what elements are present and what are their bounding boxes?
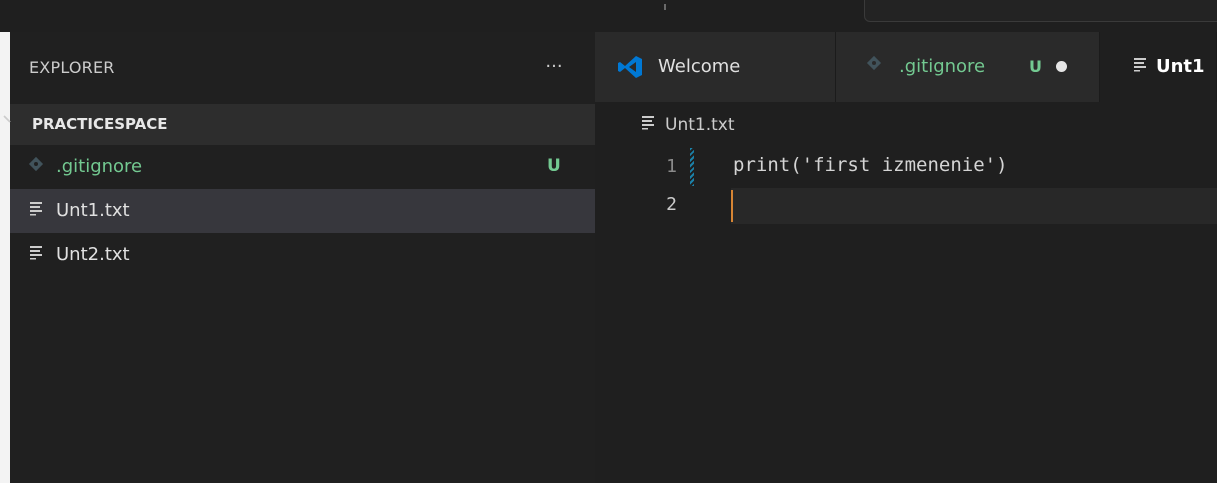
file-name: .gitignore xyxy=(56,156,143,177)
explorer-title: EXPLORER xyxy=(29,58,115,77)
title-separator xyxy=(664,4,666,10)
chevron-down-icon xyxy=(2,114,12,134)
more-actions-button[interactable]: ··· xyxy=(538,50,570,82)
editor-tab-bar: Welcome .gitignore U Unt1 xyxy=(595,32,1217,102)
git-icon xyxy=(866,55,882,75)
vscode-logo-icon xyxy=(617,54,643,84)
command-center[interactable] xyxy=(864,0,1217,22)
tab-gitignore[interactable]: .gitignore U xyxy=(836,32,1100,102)
git-icon xyxy=(28,156,44,176)
unsaved-dot-icon[interactable] xyxy=(1056,61,1067,72)
text-file-icon xyxy=(28,244,44,264)
folder-header-practicespace[interactable]: PRACTICESPACE xyxy=(3,104,595,145)
untracked-badge: U xyxy=(547,156,561,176)
code-line[interactable]: print('first izmenenie') xyxy=(733,154,1008,176)
editor-area[interactable]: Unt1.txt 1 print('first izmenenie') 2 xyxy=(595,102,1217,483)
folder-name: PRACTICESPACE xyxy=(32,115,168,133)
text-file-icon xyxy=(1132,56,1148,76)
file-name: Unt1.txt xyxy=(56,200,130,221)
tab-label: Unt1 xyxy=(1156,56,1205,77)
text-file-icon xyxy=(28,200,44,220)
file-name: Unt2.txt xyxy=(56,244,130,265)
file-item-gitignore[interactable]: .gitignore U xyxy=(10,145,595,189)
added-line-marker[interactable] xyxy=(690,148,694,186)
text-cursor xyxy=(731,190,733,222)
line-number: 1 xyxy=(666,156,677,177)
breadcrumb[interactable]: Unt1.txt xyxy=(665,115,735,135)
explorer-header: EXPLORER ··· xyxy=(10,32,595,104)
line-number: 2 xyxy=(666,194,677,215)
explorer-sidebar: EXPLORER ··· PRACTICESPACE .gitignore U … xyxy=(3,32,595,483)
current-line-highlight xyxy=(731,188,1217,224)
title-bar xyxy=(0,0,1217,32)
tab-welcome[interactable]: Welcome xyxy=(595,32,836,102)
tab-label: .gitignore xyxy=(899,56,986,77)
untracked-badge: U xyxy=(1029,57,1042,76)
file-item-unt2[interactable]: Unt2.txt xyxy=(10,233,595,277)
ellipsis-icon: ··· xyxy=(545,55,563,77)
file-item-unt1[interactable]: Unt1.txt xyxy=(10,189,595,233)
tab-label: Welcome xyxy=(658,56,741,77)
tab-unt1[interactable]: Unt1 xyxy=(1100,32,1217,102)
text-file-icon xyxy=(640,114,656,134)
